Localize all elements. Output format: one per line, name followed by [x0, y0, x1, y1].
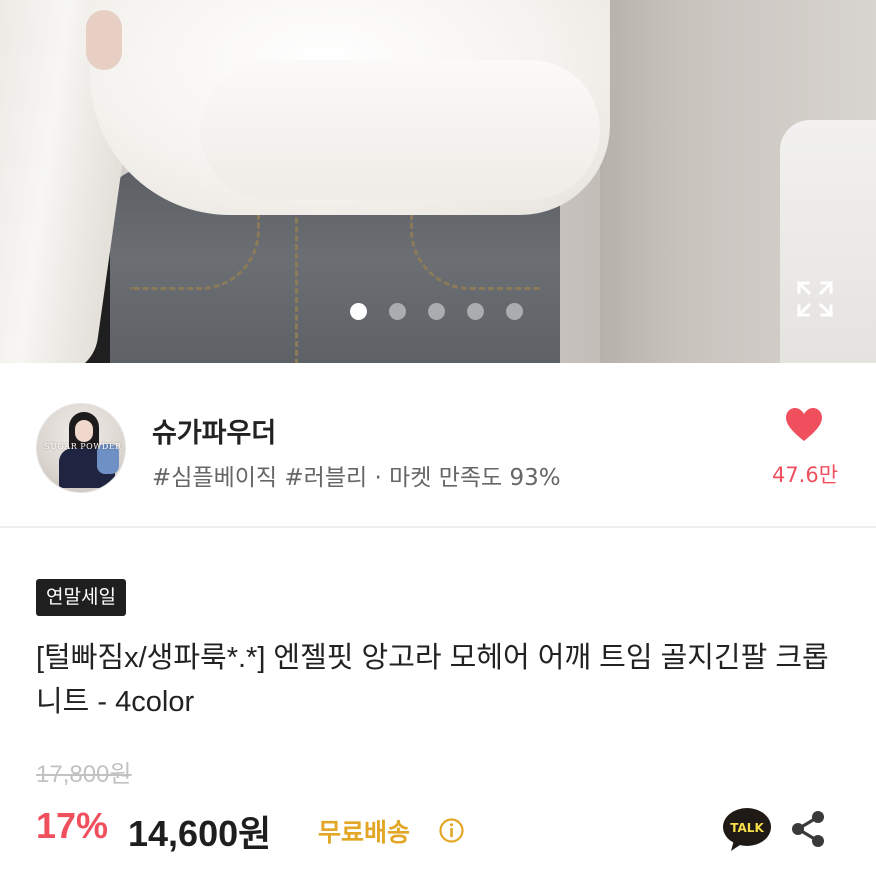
background-mirror [780, 120, 876, 363]
discount-rate: 17% [36, 805, 109, 846]
product-title: [털빠짐x/생파룩*.*] 엔젤핏 앙고라 모헤어 어깨 트임 골지긴팔 크롭니… [36, 642, 829, 718]
info-icon[interactable] [439, 818, 464, 843]
sale-price: 14,600원 [128, 813, 272, 854]
seller-name[interactable]: 슈가파우더 [152, 411, 276, 450]
expand-icon[interactable] [796, 280, 834, 318]
gallery-dot-1[interactable] [350, 303, 367, 320]
free-shipping-label: 무료배송 [318, 818, 411, 847]
photo-sleeve-arm [200, 60, 600, 200]
share-icon[interactable] [790, 810, 826, 848]
jeans-pocket-right [410, 210, 540, 290]
gallery-dot-4[interactable] [467, 303, 484, 320]
gallery-dot-5[interactable] [506, 303, 523, 320]
heart-icon[interactable] [785, 407, 823, 443]
avatar-brand-text: SUGAR POWDER [44, 442, 122, 451]
like-count: 47.6만 [771, 463, 839, 487]
gallery-dot-2[interactable] [389, 303, 406, 320]
gallery-pagination [350, 303, 523, 320]
avatar-face [75, 420, 93, 442]
seller-avatar[interactable]: SUGAR POWDER [36, 403, 126, 493]
sale-badge: 연말세일 [36, 579, 126, 616]
seller-tags: #심플베이직 #러블리 · 마켓 만족도 93% [152, 465, 561, 491]
talk-label: TALK [730, 821, 764, 835]
product-image-gallery[interactable] [0, 0, 876, 363]
kakaotalk-icon[interactable]: TALK [722, 806, 772, 852]
seller-row[interactable]: SUGAR POWDER 슈가파우더 #심플베이직 #러블리 · 마켓 만족도 … [0, 363, 876, 528]
gallery-dot-3[interactable] [428, 303, 445, 320]
jeans-fly [295, 200, 325, 363]
original-price: 17,800원 [36, 761, 132, 788]
photo-hand [86, 10, 122, 70]
